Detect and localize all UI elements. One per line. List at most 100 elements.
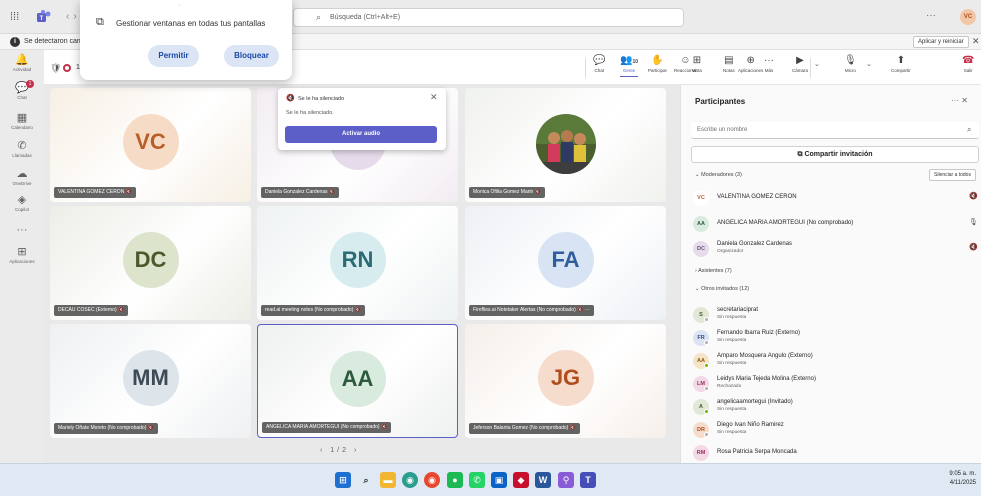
share-icon: ⬆ bbox=[896, 55, 906, 66]
word-icon[interactable]: W bbox=[535, 472, 551, 488]
rail-item-label: Actividad bbox=[12, 67, 32, 72]
more-icon[interactable]: ··· bbox=[583, 307, 590, 313]
search-icon[interactable]: ⌕ bbox=[358, 472, 374, 488]
chevron-down-icon[interactable]: ⌄ bbox=[866, 60, 872, 68]
rail-item-actividad[interactable]: 🔔 Actividad bbox=[0, 54, 44, 73]
toolbar-people-button[interactable]: 👥10 Gente bbox=[620, 54, 639, 77]
avatar[interactable]: VC bbox=[960, 9, 976, 25]
search-input[interactable]: ⌕ Búsqueda (Ctrl+Alt+E) bbox=[293, 8, 684, 27]
mic-icon[interactable]: 🎙 bbox=[969, 218, 978, 226]
whatsapp-icon[interactable]: ✆ bbox=[469, 472, 485, 488]
avatar: RM bbox=[693, 445, 709, 461]
video-tile[interactable]: FA Fireflies.ai Notetaker Alertas (No com… bbox=[465, 206, 666, 320]
apps-icon: ⊞ bbox=[17, 246, 27, 258]
participant-row[interactable]: DR Diego Ivan Niño Ramirez Sin respuesta bbox=[693, 420, 979, 440]
participant-row[interactable]: Ssecretariaciprat Sin respuesta bbox=[693, 305, 979, 325]
mic-off-icon[interactable]: 🔇 bbox=[969, 192, 978, 200]
teams-logo-icon: T bbox=[37, 10, 51, 22]
toolbar-chat-button[interactable]: 💬 Chat bbox=[593, 54, 605, 74]
chevron-down-icon[interactable]: ⌄ bbox=[814, 60, 820, 68]
toolbar-share-button[interactable]: ⬆ Compartir bbox=[891, 54, 911, 74]
video-tile[interactable]: RN read.ai meeting notes (No comprobado) … bbox=[257, 206, 458, 320]
participant-name: Fernando Ibarra Ruiz (Externo) bbox=[717, 330, 801, 336]
shield-icon[interactable]: 🛡 bbox=[50, 63, 61, 74]
toolbar-more-label: Más bbox=[764, 68, 774, 73]
app-launcher-icon[interactable]: ⁞⁞⁞ bbox=[10, 11, 19, 23]
video-tile[interactable]: AA ANGELICA MARIA AMORTEGUI (No comprobad… bbox=[257, 324, 458, 438]
teams-icon[interactable]: T bbox=[580, 472, 596, 488]
participant-name: Jeferson Balanta Gomez (No comprobado) bbox=[473, 425, 569, 431]
rail-item-aplicaciones[interactable]: ⊞ Aplicaciones bbox=[0, 246, 44, 265]
rail-item-llamadas[interactable]: ✆ Llamadas bbox=[0, 140, 44, 159]
presence-icon bbox=[704, 340, 709, 345]
mic-off-icon[interactable]: 🔇 bbox=[969, 243, 978, 251]
pager[interactable]: ‹ 1/2 › bbox=[320, 447, 359, 454]
participant-row[interactable]: DC Daniela Gonzalez Cardenas Organizador 🔇 bbox=[693, 239, 979, 259]
chrome-icon[interactable]: ◉ bbox=[402, 472, 418, 488]
video-tile[interactable]: Monica Ofilia Gomez Marin 🔇 bbox=[465, 88, 666, 202]
participant-name-label: Monica Ofilia Gomez Marin 🔇 bbox=[469, 187, 545, 198]
outlook-icon[interactable]: ▣ bbox=[491, 472, 507, 488]
muted-notification: 🔇 Se le ha silenciado ✕ Se le ha silenci… bbox=[278, 88, 446, 150]
unmute-button[interactable]: Activar audio bbox=[285, 126, 437, 143]
participant-row[interactable]: Aangelicaamortegui (Invitado) Sin respues… bbox=[693, 397, 979, 417]
block-button[interactable]: Bloquear bbox=[224, 45, 279, 67]
rail-item-copilot[interactable]: ◈ Copilot bbox=[0, 194, 44, 213]
clock-time: 9:05 a. m. bbox=[949, 471, 976, 477]
participant-row[interactable]: AA Amparo Mosquera Angulo (Externo) Sin re… bbox=[693, 351, 979, 371]
mute-all-button[interactable]: Silenciar a todos bbox=[929, 169, 976, 181]
video-tile[interactable]: JG Jeferson Balanta Gomez (No comprobado)… bbox=[465, 324, 666, 438]
participant-row[interactable]: VC VALENTINA GOMEZ CERON 🔇 bbox=[693, 188, 979, 208]
moderators-label: Moderadores (3) bbox=[701, 172, 742, 178]
clock[interactable]: 9:05 a. m. 4/11/2025 bbox=[930, 470, 976, 488]
back-forward-icon[interactable]: ‹› bbox=[66, 11, 81, 22]
panel-close-icon[interactable]: ··· ✕ bbox=[951, 96, 968, 105]
toolbar-apps-button[interactable]: ⊕ Aplicaciones bbox=[738, 54, 763, 74]
windows-icon[interactable]: ⊞ bbox=[335, 472, 351, 488]
chrome-icon[interactable]: ◉ bbox=[424, 472, 440, 488]
toolbar-more-button[interactable]: ··· Más bbox=[764, 54, 774, 74]
apply-restart-button[interactable]: Aplicar y reiniciar bbox=[913, 36, 969, 48]
share-invite-button[interactable]: ⧉ Compartir invitación bbox=[691, 146, 979, 163]
participant-row[interactable]: RM Rosa Patricia Serpa Moncada bbox=[693, 443, 979, 463]
network-icon[interactable]: ⚲ bbox=[558, 472, 574, 488]
moderators-section[interactable]: ⌄ Moderadores (3) bbox=[695, 172, 742, 178]
more-options-icon[interactable]: ··· bbox=[926, 10, 936, 21]
participant-status: Sin respuesta bbox=[717, 430, 747, 435]
close-icon[interactable]: ✕ bbox=[972, 36, 980, 47]
mic-off-icon: 🔇 bbox=[533, 189, 541, 195]
leave-button[interactable]: ☎ Salir bbox=[962, 54, 974, 73]
toolbar-raise-button[interactable]: ✋ Participar bbox=[648, 54, 667, 74]
file-explorer-icon[interactable]: ▬ bbox=[380, 472, 396, 488]
participant-name-label: Fireflies.ai Notetaker Alertas (No compr… bbox=[469, 305, 594, 316]
participant-row[interactable]: LM Leidys Maria Tejeda Molina (Externo) Re… bbox=[693, 374, 979, 394]
muted-text: Se le ha silenciado. bbox=[286, 110, 334, 116]
video-tile[interactable]: DC DECAU COSEC (Externo) 🔇 bbox=[50, 206, 251, 320]
camera-icon: ▶ bbox=[796, 55, 804, 66]
participant-row[interactable]: AA ANGELICA MARIA AMORTEGUI (No comprobad… bbox=[693, 214, 979, 234]
rail-item-chat[interactable]: 💬 Chat bbox=[0, 82, 44, 101]
mic-off-icon: 🔇 bbox=[353, 307, 362, 313]
rail-item-label: Chat bbox=[17, 95, 27, 100]
allow-button[interactable]: Permitir bbox=[148, 45, 199, 67]
toolbar-mic-button[interactable]: 🎙 Micro bbox=[844, 54, 857, 74]
mcafee-icon[interactable]: ◆ bbox=[513, 472, 529, 488]
participant-row[interactable]: FR Fernando Ibarra Ruiz (Externo) Sin resp… bbox=[693, 328, 979, 348]
rail-item-onedrive[interactable]: ☁ OneDrive bbox=[0, 168, 44, 187]
spotify-icon[interactable]: ● bbox=[447, 472, 463, 488]
participant-name: Diego Ivan Niño Ramirez bbox=[717, 422, 784, 428]
toolbar-notes-label: Notas bbox=[723, 68, 735, 73]
other-invitees-section[interactable]: ⌄ Otros invitados (12) bbox=[695, 286, 749, 292]
toolbar-camera-button[interactable]: ▶ Cámara bbox=[792, 54, 808, 74]
toolbar-view-button[interactable]: ⊞ Vista bbox=[692, 54, 702, 74]
toolbar-view-label: Vista bbox=[692, 68, 702, 73]
toolbar-notes-button[interactable]: ▤ Notas bbox=[723, 54, 735, 74]
rail-item-calendario[interactable]: ▦ Calendario bbox=[0, 112, 44, 131]
participant-search-input[interactable]: Escribe un nombre ⌕ bbox=[691, 122, 979, 139]
participant-name: read.ai meeting notes (No comprobado) bbox=[265, 307, 354, 313]
video-tile[interactable]: MM Mariely Oñate Moreto (No comprobado) 🔇 bbox=[50, 324, 251, 438]
attendees-section[interactable]: › Asistentes (7) bbox=[695, 268, 732, 274]
rail-item-more[interactable]: ··· bbox=[0, 224, 44, 236]
video-tile[interactable]: VC VALENTINA GOMEZ CERON 🔇 bbox=[50, 88, 251, 202]
close-icon[interactable]: ✕ bbox=[430, 92, 438, 103]
